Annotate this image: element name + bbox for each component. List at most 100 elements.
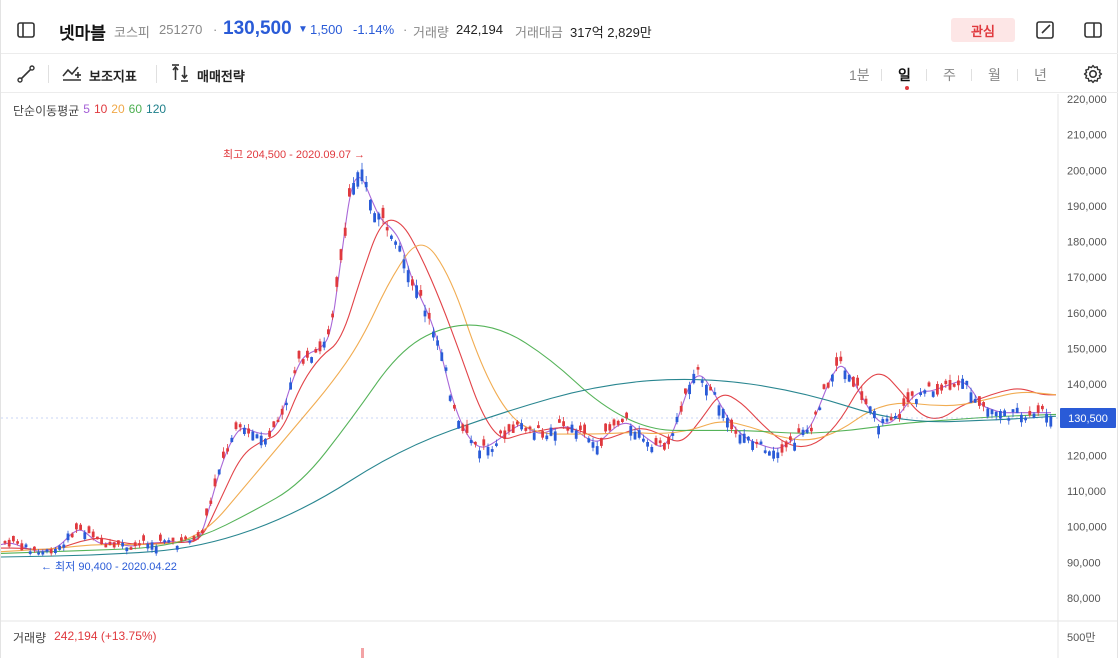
candle-body	[411, 279, 414, 286]
candle-body	[7, 539, 11, 547]
candle-body	[222, 451, 225, 458]
candle-body	[247, 428, 250, 434]
candle-body	[159, 534, 162, 541]
y-tick-label: 150,000	[1067, 344, 1107, 356]
ma-line-20	[1, 244, 1057, 553]
candle-body	[558, 419, 561, 423]
candle-body	[633, 431, 637, 440]
candle-body	[906, 392, 910, 403]
tab-year[interactable]: 년	[1034, 65, 1047, 85]
candle-body	[356, 172, 360, 187]
candle-body	[847, 374, 851, 382]
candle-body	[780, 444, 784, 453]
candle-body	[973, 398, 977, 403]
candle-body	[469, 439, 473, 444]
draw-line-icon[interactable]	[15, 63, 37, 85]
candle-body	[910, 391, 914, 396]
volume-legend: 거래량 242,194 (+13.75%)	[13, 629, 157, 646]
candle-body	[600, 437, 603, 446]
candle-body	[79, 524, 82, 530]
candle-body	[898, 414, 901, 419]
candle-body	[625, 412, 628, 419]
candle-body	[671, 433, 675, 436]
candle-body	[154, 546, 158, 554]
candle-body	[272, 421, 276, 428]
tab-week[interactable]: 주	[943, 65, 956, 85]
candle-body	[163, 540, 166, 543]
candle-body	[331, 313, 334, 318]
candle-body	[516, 421, 519, 425]
gear-icon[interactable]	[1082, 63, 1104, 85]
candle-body	[642, 438, 645, 442]
candle-body	[810, 427, 813, 432]
candle-body	[591, 442, 595, 448]
candle-body	[297, 350, 301, 359]
candle-body	[705, 384, 708, 396]
candle-body	[419, 290, 423, 296]
candle-body	[175, 545, 179, 550]
current-price-badge-label: 130,500	[1068, 413, 1108, 425]
sidebar-icon[interactable]	[15, 19, 37, 41]
watch-button[interactable]: 관심	[951, 18, 1015, 42]
amount-value: 317억 2,829만	[570, 25, 652, 40]
candle-body	[259, 435, 263, 446]
candle-body	[637, 430, 641, 438]
candle-body	[562, 421, 565, 427]
candle-body	[3, 541, 7, 544]
indicator-button[interactable]: 보조지표	[61, 63, 137, 88]
candle-body	[322, 341, 326, 348]
volume-value: 242,194	[456, 22, 503, 37]
ma-line-10	[1, 219, 1056, 550]
market-name: 코스피	[114, 25, 150, 40]
edit-icon[interactable]	[1034, 19, 1056, 41]
candle-body	[881, 419, 885, 424]
candle-body	[360, 169, 364, 182]
ma-legend-20: 20	[111, 102, 125, 116]
candle-body	[990, 409, 994, 415]
candle-body	[784, 441, 788, 448]
y-tick-label: 160,000	[1067, 308, 1107, 320]
candle-body	[301, 359, 305, 364]
candle-body	[335, 277, 339, 287]
tab-day[interactable]: 일	[898, 65, 911, 90]
candle-body	[902, 398, 906, 406]
candle-body	[343, 227, 347, 236]
candle-body	[192, 536, 196, 541]
candle-body	[944, 380, 948, 385]
tab-1min[interactable]: 1분	[849, 65, 870, 85]
candle-body	[423, 310, 427, 317]
y-tick-label: 80,000	[1067, 593, 1101, 605]
candle-body	[24, 544, 28, 548]
candle-body	[503, 430, 507, 439]
buy-sell-icon	[169, 63, 191, 88]
volume-axis-label: 500만	[1067, 631, 1095, 644]
tab-divider	[881, 69, 882, 81]
candle-body	[738, 434, 742, 444]
candle-body	[986, 408, 990, 417]
price-chart[interactable]: 220,000 210,000 200,000 190,000 180,000 170,0…	[1, 94, 1117, 658]
candle-body	[831, 374, 834, 382]
candle-body	[663, 443, 666, 450]
y-tick-label: 180,000	[1067, 237, 1107, 249]
candle-body	[436, 340, 439, 346]
candle-body	[62, 544, 66, 548]
candle-body	[805, 429, 809, 433]
candle-body	[381, 207, 385, 219]
candle-body	[125, 547, 129, 552]
strategy-button[interactable]: 매매전략	[169, 63, 245, 88]
candle-body	[117, 540, 120, 545]
candle-body	[83, 532, 87, 540]
tab-month[interactable]: 월	[988, 65, 1001, 85]
candle-body	[12, 535, 15, 542]
candle-body	[369, 199, 372, 211]
candle-body	[688, 384, 691, 395]
y-tick-label: 90,000	[1067, 557, 1101, 569]
candle-body	[310, 357, 313, 363]
candle-body	[129, 547, 133, 550]
active-dot	[905, 86, 909, 90]
candle-body	[268, 430, 271, 437]
candle-body	[474, 441, 477, 445]
panel-icon[interactable]	[1082, 19, 1104, 41]
candle-body	[864, 398, 868, 404]
candle-body	[41, 551, 45, 555]
